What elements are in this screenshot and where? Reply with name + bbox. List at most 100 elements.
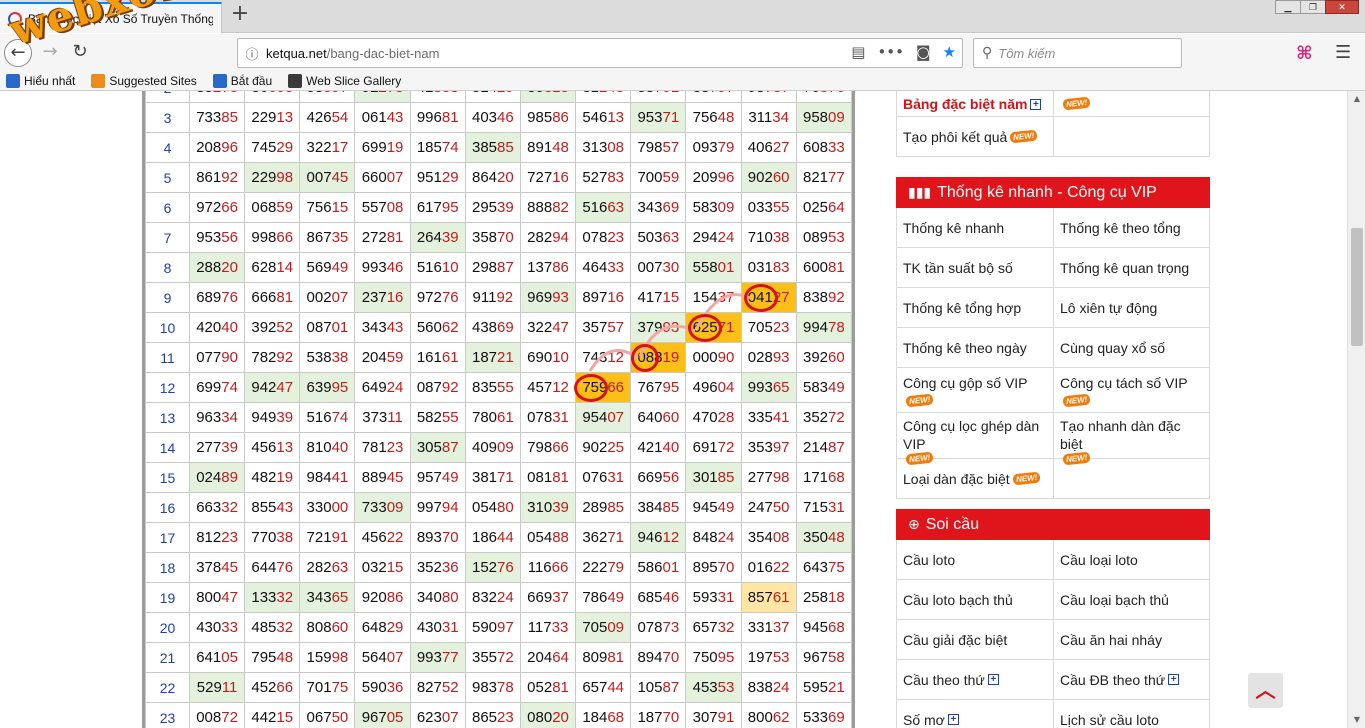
sidebar-link[interactable]: Cầu theo thứ +	[897, 660, 1053, 699]
address-bar[interactable]: ⓘ ketqua.net/bang-dac-biet-nam ▤ ••• ◙ ★	[237, 38, 963, 68]
result-head: 204	[527, 649, 553, 666]
sidebar-link[interactable]: Thống kê theo tổng	[1053, 208, 1209, 247]
result-head: 430	[416, 619, 442, 636]
sidebar-row: Tạo phôi kết quả NEW!	[897, 117, 1209, 157]
extension-icon[interactable]: ⌘	[1296, 43, 1313, 64]
result-tail: 69	[662, 199, 680, 216]
scroll-down-arrow-icon[interactable]: ▼	[1348, 712, 1365, 728]
sidebar-link[interactable]: Số mơ +	[897, 700, 1053, 728]
sidebar-link[interactable]: Tạo nhanh dàn đặc biệt NEW!	[1053, 413, 1209, 466]
page-scrollbar[interactable]: ▲ ▼	[1347, 91, 1365, 728]
pocket-icon[interactable]: ◙	[916, 43, 931, 61]
new-badge: NEW!	[1062, 393, 1091, 408]
sidebar-link[interactable]: Lịch sử cầu loto	[1053, 700, 1209, 728]
result-head: 152	[472, 559, 498, 576]
result-head: 313	[582, 139, 608, 156]
expand-plus-icon[interactable]: +	[1168, 674, 1180, 685]
result-head: 214	[803, 439, 829, 456]
sidebar-link[interactable]: Thống kê tổng hợp	[897, 288, 1053, 327]
minimize-button[interactable]: ▁	[1275, 0, 1301, 14]
result-tail: 92	[441, 379, 459, 396]
result-tail: 19	[386, 139, 404, 156]
result-tail: 48	[717, 109, 735, 126]
result-cell: 95356	[188, 222, 246, 253]
close-window-button[interactable]: ✕	[1325, 0, 1359, 14]
site-info-icon[interactable]: ⓘ	[238, 44, 266, 63]
more-dots-icon[interactable]: •••	[877, 43, 904, 61]
sidebar-link[interactable]: Tạo phôi kết quả NEW!	[897, 117, 1053, 156]
result-head: 798	[527, 439, 553, 456]
scroll-thumb[interactable]	[1351, 228, 1363, 346]
result-tail: 41	[772, 409, 790, 426]
expand-plus-icon[interactable]: +	[947, 714, 959, 725]
result-head: 951	[416, 169, 442, 186]
sidebar-link[interactable]: Thống kê quan trọng	[1053, 248, 1209, 287]
sidebar-link[interactable]: Cầu giải đặc biệt	[897, 620, 1053, 659]
sidebar-link[interactable]: Cầu loto bạch thủ	[897, 580, 1053, 619]
new-tab-button[interactable]: +	[229, 3, 251, 26]
sidebar-link[interactable]: Cùng quay xổ số	[1053, 328, 1209, 367]
result-head: 893	[416, 529, 442, 546]
bookmark-icon	[212, 73, 227, 88]
back-to-top-button[interactable]: ︿	[1248, 673, 1283, 708]
sidebar-link[interactable]: Thống kê theo ngày	[897, 328, 1053, 367]
bookmark-hieu-nhat[interactable]: Hiểu nhất	[6, 73, 75, 88]
result-tail: 37	[772, 619, 790, 636]
bookmark-suggested-sites[interactable]: Suggested Sites	[91, 73, 197, 88]
reader-view-icon[interactable]: ▤	[851, 43, 865, 61]
reload-button[interactable]: ↻	[66, 39, 94, 67]
result-cell: 95407	[575, 402, 632, 433]
result-head: 800	[747, 709, 773, 726]
bookmark-bat-dau[interactable]: Bắt đầu	[212, 73, 272, 88]
sidebar-link[interactable]: TK tần suất bộ số	[897, 248, 1053, 287]
result-cell: 58309	[685, 192, 742, 223]
result-head: 116	[527, 559, 552, 576]
result-head: 068	[251, 199, 277, 216]
expand-plus-icon[interactable]: +	[987, 674, 999, 685]
result-tail: 05	[386, 709, 404, 726]
sidebar-link[interactable]: Cầu ăn hai nháy	[1053, 620, 1209, 659]
result-head: 470	[692, 409, 718, 426]
result-cell: 42040	[188, 312, 246, 343]
result-cell: 94549	[685, 492, 742, 523]
sidebar-link[interactable]: Cầu loại bạch thủ	[1053, 580, 1209, 619]
result-head: 51	[472, 91, 489, 96]
result-tail: 77	[828, 169, 845, 186]
sidebar-link[interactable]: Công cụ lọc ghép dàn VIP NEW!	[897, 413, 1053, 466]
star-icon[interactable]: ★	[943, 43, 956, 61]
table-row: 20 43033 48532 80860 64829 43031 59097 11733 705…	[145, 612, 853, 643]
sidebar-link[interactable]: Công cụ gộp số VIP NEW!	[897, 368, 1053, 412]
sidebar-link[interactable]: Cầu loại loto	[1053, 540, 1209, 579]
new-badge: NEW!	[1009, 129, 1039, 144]
row-number: 6	[145, 192, 190, 223]
sidebar-link[interactable]: Cầu loto	[897, 540, 1053, 579]
result-head: 733	[361, 499, 387, 516]
result-tail: 49	[828, 379, 845, 396]
result-head: 357	[582, 319, 608, 336]
result-head: 967	[361, 709, 387, 726]
result-cell: 74529	[244, 132, 301, 163]
result-cell: 07873	[630, 612, 687, 643]
sidebar-link[interactable]: Loại dàn đặc biệt NEW!	[897, 459, 1053, 498]
hamburger-menu-icon[interactable]: ☰	[1335, 42, 1351, 63]
result-head: 054	[472, 499, 498, 516]
sidebar-link[interactable]: Cầu ĐB theo thứ +	[1053, 660, 1209, 699]
search-input[interactable]: ⚲ Tôm kiếm	[973, 38, 1182, 68]
restore-button[interactable]: ❐	[1300, 0, 1326, 14]
result-head: 644	[251, 559, 277, 576]
sidebar-link[interactable]: Bảng đặc biệt năm +	[897, 91, 1053, 116]
sidebar-link[interactable]: Thống kê nhanh	[897, 208, 1053, 247]
result-head: 485	[251, 619, 277, 636]
table-row: 4 20896 74529 32217 69919 18574 38585 89148 3130…	[145, 132, 853, 163]
new-badge: NEW!	[1012, 471, 1041, 486]
result-tail: 21	[828, 679, 845, 696]
sidebar-link-label: Cùng quay xổ số	[1060, 339, 1166, 356]
result-cell: 47028	[685, 402, 742, 433]
sidebar-link[interactable]: Công cụ tách số VIP NEW!	[1053, 368, 1209, 412]
sidebar-link[interactable]: Lô xiên tự động	[1053, 288, 1209, 327]
bookmark-web-slice-gallery[interactable]: Web Slice Gallery	[288, 73, 401, 88]
scroll-up-arrow-icon[interactable]: ▲	[1348, 91, 1365, 107]
expand-plus-icon[interactable]: +	[1030, 98, 1042, 110]
result-tail: 53	[828, 229, 845, 246]
result-head: 838	[803, 289, 829, 306]
